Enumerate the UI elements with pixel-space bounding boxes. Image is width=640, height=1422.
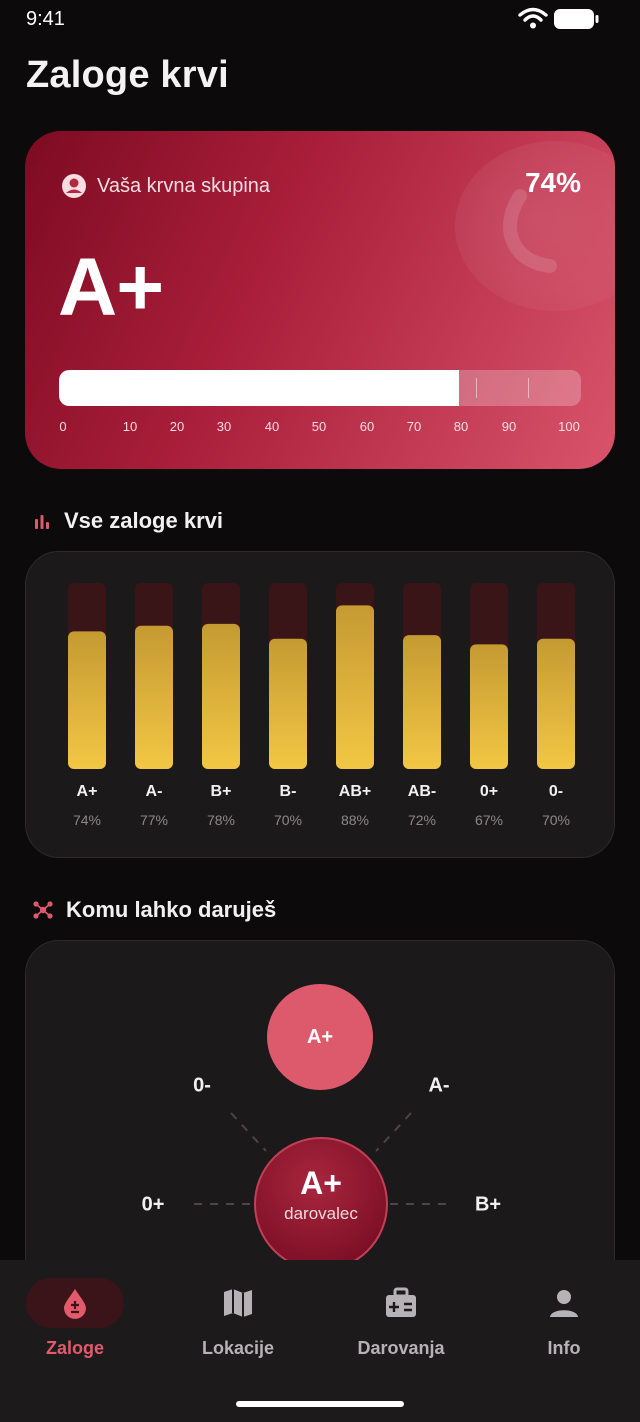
scale-label: 40: [264, 419, 280, 434]
bottom-navigation: Zaloge Lokacije Darovanja Info: [0, 1260, 640, 1422]
all-supplies-header: Vse zaloge krvi: [32, 508, 223, 534]
blood-supply-chart: A+ 74% A- 77% B+ 78% B- 70% AB+ 88% AB- 72% 0+ 67% 0- 7…: [68, 583, 575, 828]
recipient-node[interactable]: A+: [267, 984, 373, 1090]
medical-kit-icon: [386, 1287, 416, 1317]
compatible-node-b-pos[interactable]: B+: [475, 1194, 501, 1217]
bar-category-label: 0-: [549, 783, 563, 800]
bar-value-label: 67%: [475, 812, 503, 828]
bar-category-label: B-: [280, 783, 297, 800]
scale-label: 50: [311, 419, 327, 434]
blood-supply-chart-card: A+ 74% A- 77% B+ 78% B- 70% AB+ 88% AB- 72% 0+ 67% 0- 7…: [25, 551, 615, 858]
nav-label: Info: [547, 1338, 581, 1358]
scale-label: 80: [453, 419, 469, 434]
blood-type-label: Vaša krvna skupina: [97, 174, 271, 197]
blood-type-label-row: Vaša krvna skupina: [61, 173, 270, 199]
donor-node[interactable]: A+ darovalec: [254, 1137, 388, 1271]
bar-value-label: 88%: [341, 812, 369, 828]
bar-0+[interactable]: [470, 644, 508, 769]
bar-A+[interactable]: [68, 631, 106, 769]
bar-0-[interactable]: [537, 638, 575, 769]
bar-category-label: 0+: [480, 783, 498, 800]
bar-value-label: 74%: [73, 812, 101, 828]
nav-label: Zaloge: [45, 1338, 104, 1358]
bar-B-[interactable]: [269, 638, 307, 769]
nav-item-darovanja[interactable]: Darovanja: [331, 1278, 471, 1359]
bar-A-[interactable]: [135, 625, 173, 769]
nav-item-lokacije[interactable]: Lokacije: [168, 1278, 308, 1359]
blood-type-value: A+: [58, 242, 164, 333]
bar-value-label: 70%: [542, 812, 570, 828]
page-title: Zaloge krvi: [26, 54, 229, 96]
bar-category-label: AB+: [339, 783, 371, 800]
bar-B+[interactable]: [202, 623, 240, 769]
scale-label: 90: [501, 419, 517, 434]
bar-tick: [528, 378, 529, 398]
home-indicator: [236, 1401, 404, 1407]
molecule-icon: [33, 901, 53, 919]
all-supplies-title: Vse zaloge krvi: [64, 508, 223, 533]
blood-level-scale: 0 10 20 30 40 50 60 70 80 90 100: [59, 419, 581, 435]
wifi-icon: [518, 7, 548, 29]
map-icon: [224, 1289, 252, 1317]
bar-chart-icon: [35, 515, 49, 529]
donate-to-title: Komu lahko daruješ: [66, 897, 277, 922]
bar-value-label: 70%: [274, 812, 302, 828]
account-circle-icon: [62, 174, 86, 198]
status-bar: 9:41: [0, 0, 640, 40]
bar-category-label: B+: [211, 783, 232, 800]
nav-pill-active: [26, 1278, 124, 1328]
bar-category-label: A+: [77, 783, 98, 800]
bar-AB-[interactable]: [403, 635, 441, 769]
donor-type: A+: [300, 1164, 342, 1201]
compatible-node-a-neg[interactable]: A-: [428, 1075, 449, 1098]
bar-value-label: 77%: [140, 812, 168, 828]
nav-pill: [189, 1278, 287, 1328]
bar-category-label: AB-: [408, 783, 436, 800]
blood-level-percent: 74%: [524, 167, 581, 198]
nav-label: Lokacije: [201, 1338, 275, 1358]
nav-label: Darovanja: [357, 1338, 445, 1358]
scale-label: 20: [169, 419, 185, 434]
bar-AB+[interactable]: [336, 605, 374, 769]
blood-drop-icon: [64, 1289, 86, 1319]
your-blood-type-card[interactable]: Vaša krvna skupina 74% A+ 0 10 20 30 40 50 60 7…: [25, 131, 615, 469]
scale-label: 100: [558, 419, 580, 434]
scale-label: 60: [359, 419, 375, 434]
scale-label: 0: [59, 419, 67, 434]
nav-item-info[interactable]: Info: [494, 1278, 634, 1359]
battery-icon: [554, 9, 599, 29]
compatible-node-0-pos[interactable]: 0+: [142, 1194, 165, 1217]
bar-category-label: A-: [146, 783, 163, 800]
nav-item-zaloge[interactable]: Zaloge: [5, 1278, 145, 1359]
bar-tick: [476, 378, 477, 398]
blood-level-bar-fill: [59, 370, 460, 406]
donor-label: darovalec: [284, 1203, 358, 1223]
blood-level-bar: [59, 370, 581, 406]
status-time: 9:41: [26, 8, 65, 30]
scale-label: 70: [406, 419, 422, 434]
scale-label: 10: [122, 419, 138, 434]
person-icon: [550, 1290, 578, 1317]
nav-pill: [352, 1278, 450, 1328]
nav-pill: [515, 1278, 613, 1328]
donate-to-header: Komu lahko daruješ: [32, 897, 276, 923]
bar-value-label: 78%: [207, 812, 235, 828]
compatible-node-0-neg[interactable]: 0-: [193, 1075, 211, 1098]
bar-value-label: 72%: [408, 812, 436, 828]
scale-label: 30: [216, 419, 232, 434]
